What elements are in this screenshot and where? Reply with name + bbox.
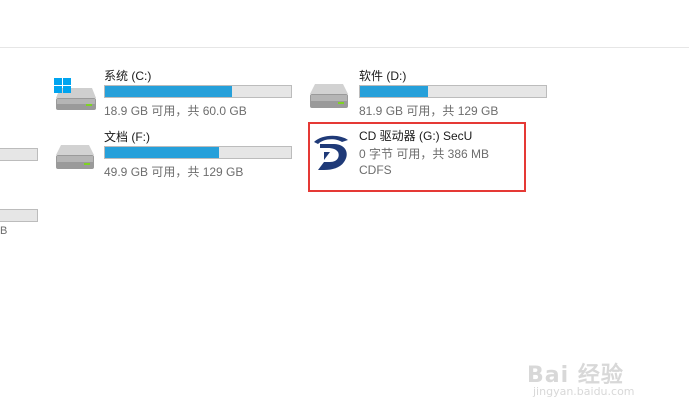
drive-free-info: 81.9 GB 可用，共 129 GB	[359, 104, 499, 118]
partial-drive-bar-2[interactable]	[0, 209, 38, 222]
drive-name: 系统 (C:)	[104, 69, 152, 83]
drive-item-d[interactable]: 软件 (D:) 81.9 GB 可用，共 129 GB	[306, 66, 556, 118]
watermark-url: jingyan.baidu.com	[533, 385, 635, 398]
drive-usage-bar	[104, 85, 292, 98]
drive-name: 软件 (D:)	[359, 69, 407, 83]
drive-item-c[interactable]: 系统 (C:) 18.9 GB 可用，共 60.0 GB	[52, 66, 302, 118]
partial-drive-info: B	[0, 225, 8, 237]
drive-usage-bar	[104, 146, 292, 159]
drive-free-info: 18.9 GB 可用，共 60.0 GB	[104, 104, 247, 118]
hard-drive-icon	[306, 80, 352, 119]
drive-usage-fill	[105, 86, 233, 97]
baidu-watermark: Bai 经验 jingyan.baidu.com	[527, 357, 667, 401]
drive-free-info: 49.9 GB 可用，共 129 GB	[104, 165, 244, 179]
hard-drive-icon	[52, 141, 98, 180]
highlight-box	[308, 122, 526, 192]
windows-drive-icon	[52, 78, 98, 117]
drive-usage-fill	[105, 147, 220, 158]
partial-drive-bar-1[interactable]	[0, 148, 38, 161]
drive-usage-fill	[360, 86, 428, 97]
drive-item-f[interactable]: 文档 (F:) 49.9 GB 可用，共 129 GB	[52, 127, 302, 179]
drive-name: 文档 (F:)	[104, 130, 150, 144]
top-divider	[0, 47, 689, 48]
drive-usage-bar	[359, 85, 547, 98]
